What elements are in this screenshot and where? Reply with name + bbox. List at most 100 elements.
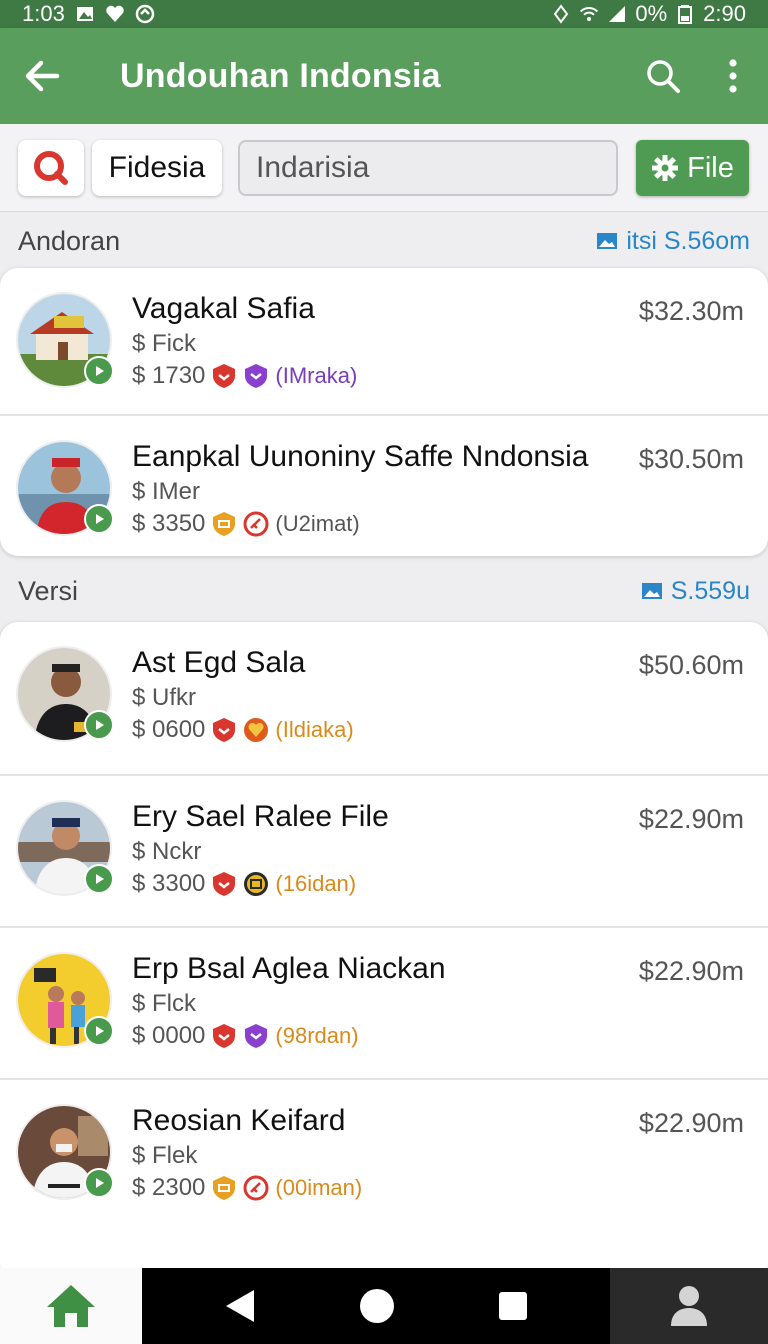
item-name: Ery Sael Ralee File <box>132 800 389 833</box>
item-tag: (00iman) <box>275 1175 363 1200</box>
more-vertical-icon <box>729 59 737 93</box>
item-amount: $ 3300 <box>132 870 206 897</box>
play-icon <box>84 1168 114 1198</box>
item-subtitle: $ IMer <box>132 478 201 505</box>
play-icon <box>84 864 114 894</box>
back-button[interactable] <box>2 28 82 124</box>
battery-icon <box>678 5 693 24</box>
status-time: 1:03 <box>22 1 65 26</box>
item-price: $30.50m <box>638 444 744 474</box>
red-circle-icon <box>243 511 269 537</box>
item-tag: (98rdan) <box>275 1023 359 1048</box>
item-tag: (Ildiaka) <box>275 717 354 742</box>
heart-badge-icon <box>244 718 269 742</box>
item-name: Reosian Keifard <box>132 1104 346 1137</box>
item-subtitle: $ Flck <box>132 990 197 1017</box>
list-item[interactable]: Erp Bsal Aglea Niackan $ Flck $ 0000 (98… <box>0 926 768 1078</box>
status-clock: 2:90 <box>703 1 746 26</box>
item-name: Ast Egd Sala <box>132 646 306 679</box>
app-bar: Undouhan Indonsia <box>0 28 768 124</box>
item-name: Erp Bsal Aglea Niackan <box>132 952 446 985</box>
list-item[interactable]: Reosian Keifard $ Flek $ 2300 (00iman) $… <box>0 1078 768 1230</box>
arrow-left-icon <box>25 60 60 92</box>
section-title: Andoran <box>18 225 121 256</box>
sync-icon <box>135 4 155 24</box>
section-title: Versi <box>18 575 79 606</box>
heart-icon <box>106 5 124 22</box>
item-amount: $ 1730 <box>132 362 206 389</box>
list-item[interactable]: Eanpkal Uunoniny Saffe Nndonsia $ IMer $… <box>0 414 768 556</box>
purple-shield-icon <box>245 1024 268 1048</box>
search-filter-chip[interactable] <box>18 140 84 196</box>
wifi-icon <box>580 7 599 22</box>
item-name: Eanpkal Uunoniny Saffe Nndonsia <box>132 440 589 473</box>
profile-tab[interactable] <box>610 1268 768 1344</box>
back-triangle-icon[interactable] <box>224 1288 256 1324</box>
overflow-menu-button[interactable] <box>698 28 768 124</box>
section-header-andoran: Andoran itsi S.56om <box>0 213 768 269</box>
image-icon <box>641 583 662 599</box>
item-subtitle: $ Flek <box>132 1142 198 1169</box>
home-icon <box>47 1285 95 1327</box>
list-item[interactable]: Vagakal Safia $ Fick $ 1730 (IMraka) $32… <box>0 268 768 414</box>
play-icon <box>84 504 114 534</box>
search-icon <box>647 60 680 93</box>
section-header-versi: Versi S.559u <box>0 563 768 619</box>
system-navigation <box>142 1268 610 1344</box>
gear-icon <box>652 155 679 181</box>
search-button[interactable] <box>628 28 698 124</box>
play-icon <box>84 356 114 386</box>
person-icon <box>671 1286 707 1326</box>
section-meta: itsi S.56om <box>596 227 750 256</box>
section-meta: S.559u <box>641 577 750 606</box>
red-circle-icon <box>243 1175 269 1201</box>
list-card: Vagakal Safia $ Fick $ 1730 (IMraka) $32… <box>0 268 768 556</box>
item-price: $50.60m <box>638 650 744 680</box>
item-tag: (U2imat) <box>275 511 360 536</box>
item-price: $22.90m <box>638 804 744 834</box>
item-amount: $ 3350 <box>132 510 206 537</box>
red-search-icon <box>34 151 68 185</box>
item-subtitle: $ Ufkr <box>132 684 197 711</box>
gold-badge-icon <box>213 512 236 536</box>
image-icon <box>76 7 93 21</box>
item-name: Vagakal Safia <box>132 292 315 325</box>
recents-square-icon[interactable] <box>498 1291 528 1321</box>
play-icon <box>84 1016 114 1046</box>
signal-icon <box>609 6 626 22</box>
filter-bar: Fidesia File <box>0 124 768 212</box>
shield-badge-icon <box>213 1024 236 1048</box>
bottom-navigation <box>0 1268 768 1344</box>
item-price: $22.90m <box>638 956 744 986</box>
shield-badge-icon <box>213 718 236 742</box>
image-icon <box>597 233 618 249</box>
list-card: Ast Egd Sala $ Ufkr $ 0600 (Ildiaka) $50… <box>0 622 768 1282</box>
file-button-label: File <box>687 151 734 184</box>
file-button[interactable]: File <box>636 140 749 196</box>
coin-badge-icon <box>244 872 269 896</box>
status-bar: 1:03 0% 2:90 <box>0 0 768 28</box>
gold-badge-icon <box>213 1176 236 1200</box>
item-tag: (IMraka) <box>275 363 358 388</box>
purple-shield-icon <box>245 364 268 388</box>
item-price: $22.90m <box>638 1108 744 1138</box>
page-title: Undouhan Indonsia <box>120 56 441 95</box>
list-item[interactable]: Ast Egd Sala $ Ufkr $ 0600 (Ildiaka) $50… <box>0 622 768 774</box>
shield-badge-icon <box>213 872 236 896</box>
item-amount: $ 2300 <box>132 1174 206 1201</box>
item-price: $32.30m <box>638 296 744 326</box>
shield-badge-icon <box>213 364 236 388</box>
home-tab[interactable] <box>0 1268 142 1344</box>
battery-percent: 0% <box>635 1 668 26</box>
search-input[interactable] <box>238 140 618 196</box>
list-item[interactable]: Ery Sael Ralee File $ Nckr $ 3300 (16ida… <box>0 774 768 926</box>
item-tag: (16idan) <box>275 871 357 896</box>
home-circle-icon[interactable] <box>359 1288 395 1324</box>
item-amount: $ 0000 <box>132 1022 206 1049</box>
play-icon <box>84 710 114 740</box>
item-amount: $ 0600 <box>132 716 206 743</box>
item-subtitle: $ Fick <box>132 330 197 357</box>
filter-chip[interactable]: Fidesia <box>92 140 222 196</box>
data-icon <box>554 4 569 24</box>
item-subtitle: $ Nckr <box>132 838 202 865</box>
